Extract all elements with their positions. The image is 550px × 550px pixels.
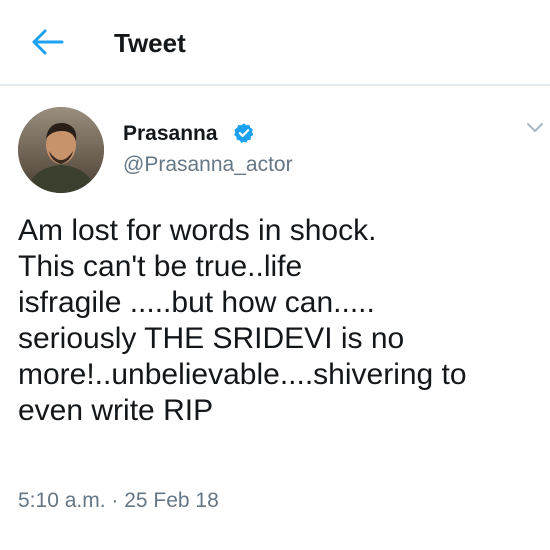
tweet-detail-screen: Tweet Prasanna @Prasanna_actor Am lost f… — [0, 0, 550, 550]
tweet-text-line: Am lost for words in shock. — [18, 214, 377, 247]
verified-badge-icon — [234, 123, 254, 143]
avatar[interactable] — [18, 107, 104, 193]
tweet-text-line: even write RIP — [18, 394, 214, 427]
tweet-text: Am lost for words in shock. This can't b… — [18, 213, 543, 429]
avatar-image — [18, 107, 104, 193]
arrow-left-icon — [32, 29, 64, 55]
tweet-text-line: more!..unbelievable....shivering to — [18, 358, 467, 391]
tweet-menu-button[interactable] — [523, 118, 547, 138]
author-name[interactable]: Prasanna — [123, 121, 218, 147]
chevron-down-icon — [527, 123, 543, 132]
tweet-text-line: isfragile .....but how can..... — [18, 286, 375, 319]
back-button[interactable] — [26, 24, 66, 60]
tweet-text-line: seriously THE SRIDEVI is no — [18, 322, 405, 355]
tweet-text-line: This can't be true..life — [18, 250, 303, 283]
tweet-timestamp: 5:10 a.m. · 25 Feb 18 — [18, 489, 219, 512]
author-handle[interactable]: @Prasanna_actor — [123, 152, 293, 178]
page-title: Tweet — [114, 28, 186, 58]
top-bar: Tweet — [0, 0, 550, 86]
